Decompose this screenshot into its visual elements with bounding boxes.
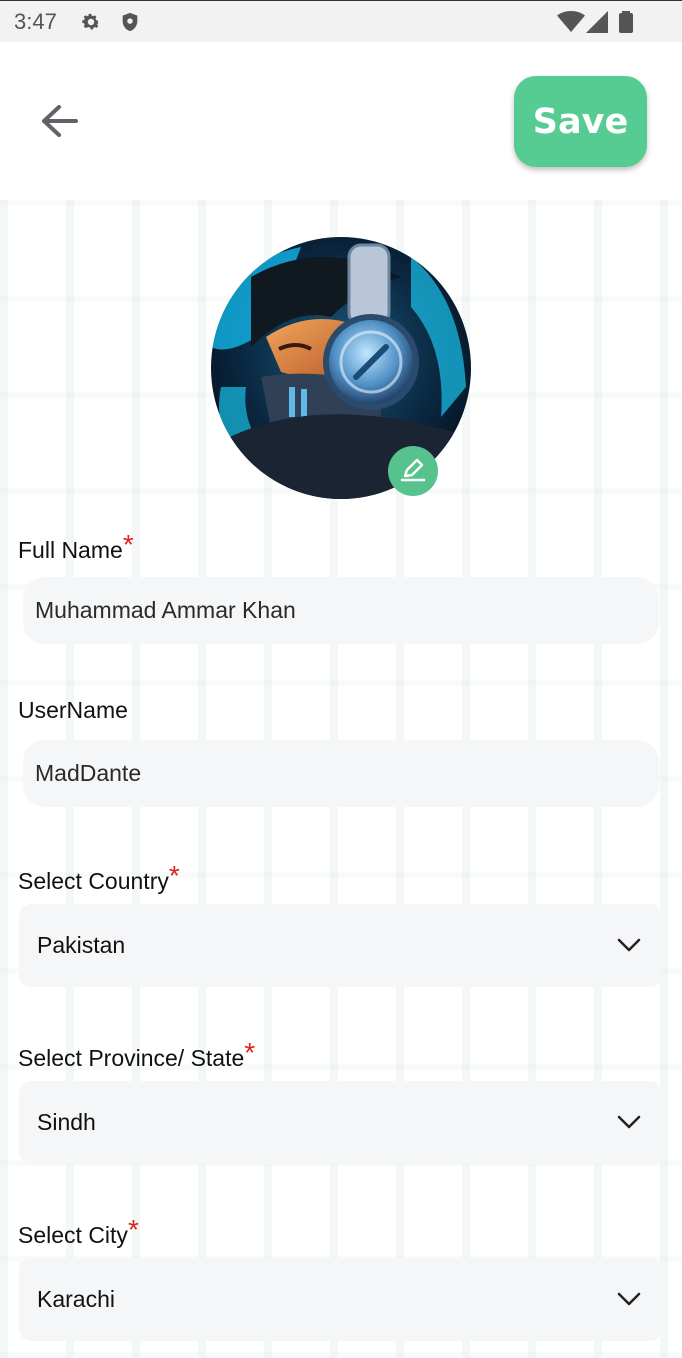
city-select-value: Karachi xyxy=(37,1286,115,1312)
chevron-down-icon xyxy=(616,1109,642,1135)
wifi-icon xyxy=(557,11,585,33)
full-name-input[interactable]: Muhammad Ammar Khan xyxy=(23,577,659,644)
required-mark: * xyxy=(168,860,180,891)
full-name-label: Full Name* xyxy=(18,529,134,565)
arrow-left-icon xyxy=(39,104,79,143)
required-mark: * xyxy=(244,1037,256,1068)
city-label-text: Select City xyxy=(18,1222,128,1248)
city-select[interactable]: Karachi xyxy=(19,1258,662,1341)
required-mark: * xyxy=(127,1214,139,1245)
chevron-down-icon xyxy=(616,1286,642,1312)
save-button[interactable]: Save xyxy=(514,76,647,167)
country-select[interactable]: Pakistan xyxy=(19,904,662,987)
city-label: Select City* xyxy=(18,1214,139,1250)
pencil-icon xyxy=(398,454,428,489)
chevron-down-icon xyxy=(616,932,642,958)
country-label-text: Select Country xyxy=(18,868,169,894)
province-label: Select Province/ State* xyxy=(18,1037,255,1073)
username-label: UserName xyxy=(18,697,128,724)
battery-icon xyxy=(618,11,634,33)
status-bar: 3:47 xyxy=(0,0,682,42)
username-label-text: UserName xyxy=(18,697,128,723)
signal-icon xyxy=(586,11,608,33)
gear-icon xyxy=(80,11,102,33)
edit-avatar-button[interactable] xyxy=(388,446,438,496)
back-button[interactable] xyxy=(30,96,88,150)
status-time: 3:47 xyxy=(14,9,57,34)
required-mark: * xyxy=(122,529,134,560)
username-input[interactable]: MadDante xyxy=(23,740,659,807)
shield-icon xyxy=(119,11,141,33)
country-label: Select Country* xyxy=(18,860,180,896)
province-select-value: Sindh xyxy=(37,1109,96,1135)
province-select[interactable]: Sindh xyxy=(19,1081,662,1164)
country-select-value: Pakistan xyxy=(37,932,126,958)
province-label-text: Select Province/ State xyxy=(18,1045,245,1071)
full-name-label-text: Full Name xyxy=(18,537,123,563)
